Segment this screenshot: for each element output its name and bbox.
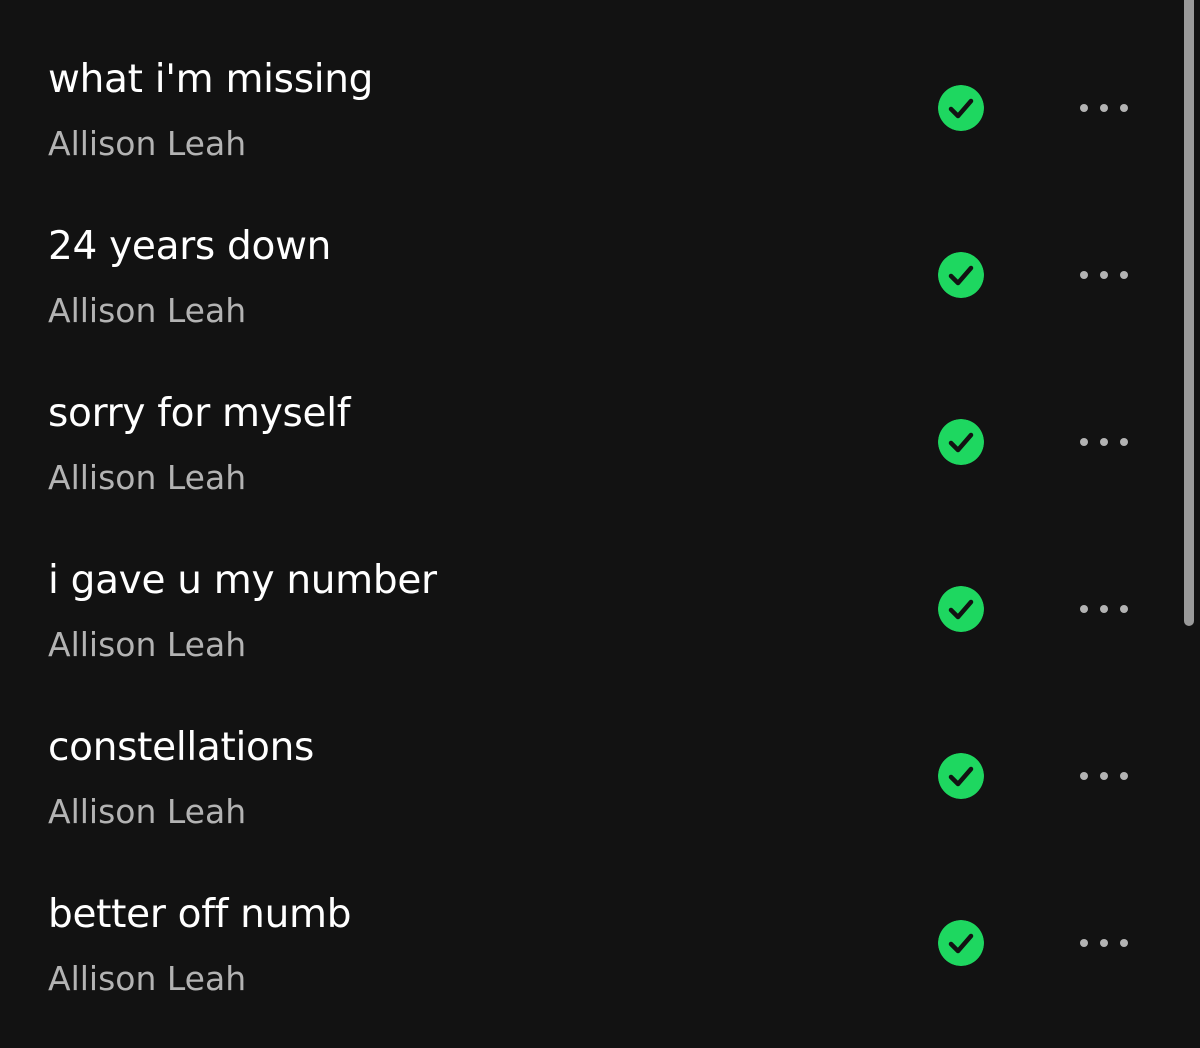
more-horizontal-icon xyxy=(1080,939,1088,947)
check-circle-icon xyxy=(938,753,984,799)
track-row[interactable]: i gave u my number Allison Leah xyxy=(0,501,1180,668)
check-circle-icon xyxy=(938,920,984,966)
more-options-button[interactable] xyxy=(1068,255,1140,295)
more-horizontal-icon xyxy=(1080,772,1088,780)
more-horizontal-icon xyxy=(1080,104,1088,112)
more-options-button[interactable] xyxy=(1068,756,1140,796)
track-title: what i'm missing xyxy=(48,57,374,102)
track-title: constellations xyxy=(48,725,315,770)
track-artist[interactable]: Allison Leah xyxy=(48,124,246,164)
track-row[interactable]: what i'm missing Allison Leah xyxy=(0,0,1180,167)
more-options-button[interactable] xyxy=(1068,88,1140,128)
track-row[interactable]: sorry for myself Allison Leah xyxy=(0,334,1180,501)
track-artist[interactable]: Allison Leah xyxy=(48,792,246,832)
more-horizontal-icon xyxy=(1080,271,1088,279)
track-title: better off numb xyxy=(48,892,352,937)
track-list: what i'm missing Allison Leah 24 years d… xyxy=(0,0,1200,1048)
track-title: i gave u my number xyxy=(48,558,437,603)
check-circle-icon xyxy=(938,85,984,131)
track-row[interactable]: constellations Allison Leah xyxy=(0,668,1180,835)
track-artist[interactable]: Allison Leah xyxy=(48,458,246,498)
more-options-button[interactable] xyxy=(1068,422,1140,462)
check-circle-icon xyxy=(938,586,984,632)
track-row[interactable]: better off numb Allison Leah xyxy=(0,835,1180,1002)
more-horizontal-icon xyxy=(1080,438,1088,446)
scrollbar[interactable] xyxy=(1184,0,1194,1048)
track-artist[interactable]: Allison Leah xyxy=(48,625,246,665)
more-options-button[interactable] xyxy=(1068,923,1140,963)
check-circle-icon xyxy=(938,419,984,465)
check-circle-icon xyxy=(938,252,984,298)
more-options-button[interactable] xyxy=(1068,589,1140,629)
more-horizontal-icon xyxy=(1080,605,1088,613)
track-title: sorry for myself xyxy=(48,391,351,436)
track-row[interactable]: 24 years down Allison Leah xyxy=(0,167,1180,334)
track-title: 24 years down xyxy=(48,224,332,269)
track-artist[interactable]: Allison Leah xyxy=(48,291,246,331)
track-artist[interactable]: Allison Leah xyxy=(48,959,246,999)
scrollbar-thumb[interactable] xyxy=(1184,0,1194,626)
